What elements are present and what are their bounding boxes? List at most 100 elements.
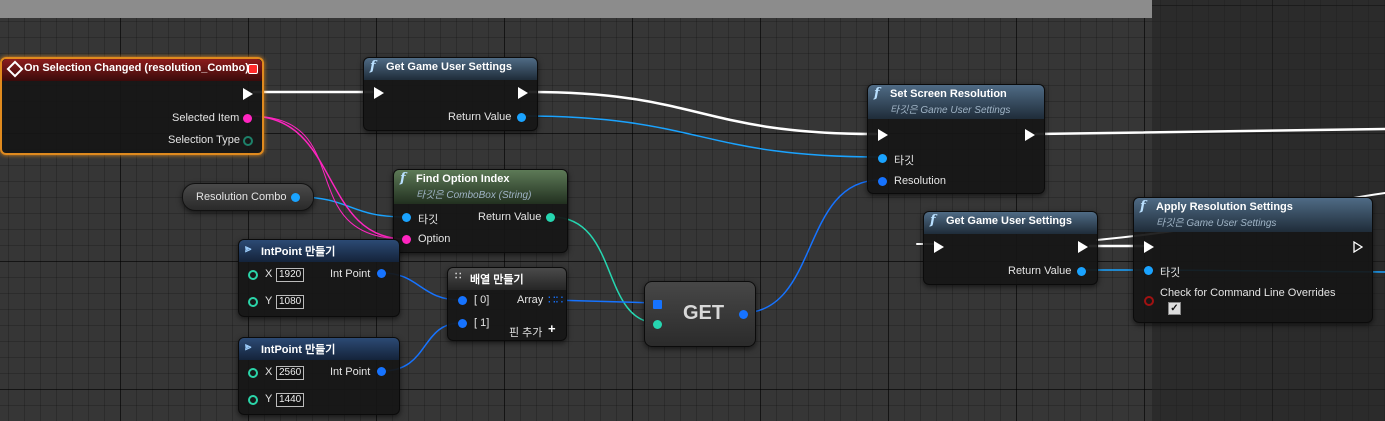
x-label: X	[265, 366, 273, 378]
target-label: 타깃	[894, 155, 915, 167]
node-subtitle: 타깃은 ComboBox (String)	[416, 190, 532, 201]
node-title: IntPoint 만들기	[261, 246, 336, 258]
event-icon	[6, 60, 24, 78]
index-in-pin[interactable]	[653, 320, 662, 329]
return-value-label: Return Value	[448, 111, 512, 123]
y-label: Y	[265, 393, 273, 405]
event-node[interactable]: On Selection Changed (resolution_Combo) …	[0, 57, 264, 155]
node-title: Get Game User Settings	[386, 61, 512, 73]
node-header: ⪢ IntPoint 만들기	[239, 338, 399, 360]
exec-in-pin[interactable]	[878, 129, 888, 141]
exec-in-pin[interactable]	[1144, 241, 1154, 253]
event-node-header: On Selection Changed (resolution_Combo)	[2, 59, 262, 81]
x-pin[interactable]	[248, 368, 258, 378]
event-title: On Selection Changed (resolution_Combo)	[24, 62, 249, 74]
x-pin[interactable]	[248, 270, 258, 280]
delegate-pin[interactable]	[248, 64, 258, 74]
x-label: X	[265, 268, 273, 280]
array-grid-icon[interactable]: ∷∷	[548, 293, 563, 307]
x-value-input[interactable]: 2560	[276, 366, 305, 380]
y-label: Y	[265, 295, 273, 307]
exec-out-pin[interactable]	[1078, 241, 1088, 253]
check-overrides-label: Check for Command Line Overrides	[1160, 287, 1336, 299]
exec-in-pin[interactable]	[374, 87, 384, 99]
add-pin-label[interactable]: 핀 추가	[509, 324, 542, 340]
int-point-label: Int Point	[330, 366, 371, 378]
array-in-pin[interactable]	[653, 300, 662, 309]
make-struct-icon: ⪢	[245, 243, 252, 255]
node-header: f Set Screen Resolution 타깃은 Game User Se…	[868, 85, 1044, 119]
int-point-out-pin[interactable]	[377, 367, 386, 376]
exec-out-pin[interactable]	[518, 87, 528, 99]
array-in1-pin[interactable]	[458, 319, 467, 328]
y-pin[interactable]	[248, 395, 258, 405]
return-value-label: Return Value	[1008, 265, 1072, 277]
y-pin[interactable]	[248, 297, 258, 307]
checkmark-icon: ✓	[1170, 303, 1179, 314]
y-value-input[interactable]: 1080	[276, 295, 305, 309]
function-icon: f	[1140, 199, 1146, 214]
exec-in-pin[interactable]	[934, 241, 944, 253]
target-pin[interactable]	[1144, 266, 1153, 275]
y-value-input[interactable]: 1440	[276, 393, 305, 407]
make-intpoint-node-1[interactable]: ⪢ IntPoint 만들기 X 1920 Int Point Y 1080	[238, 239, 400, 317]
find-option-index-node[interactable]: f Find Option Index 타깃은 ComboBox (String…	[393, 169, 568, 253]
array-in0-pin[interactable]	[458, 296, 467, 305]
exec-out-pin[interactable]	[243, 88, 253, 100]
selection-type-label: Selection Type	[168, 134, 240, 146]
exec-out-pin[interactable]	[1353, 241, 1363, 253]
get-label: GET	[683, 302, 725, 324]
return-value-pin[interactable]	[517, 113, 526, 122]
resolution-pin[interactable]	[878, 177, 887, 186]
array-get-node[interactable]: GET	[644, 281, 756, 347]
target-pin[interactable]	[878, 154, 887, 163]
node-title: IntPoint 만들기	[261, 344, 336, 356]
exec-wire	[1034, 127, 1385, 136]
struct-wire	[741, 179, 881, 314]
node-title: Get Game User Settings	[946, 215, 1072, 227]
option-pin[interactable]	[402, 235, 411, 244]
string-wire	[249, 115, 406, 240]
x-value-input[interactable]: 1920	[276, 268, 305, 282]
selected-item-label: Selected Item	[172, 112, 240, 124]
return-value-label: Return Value	[478, 211, 542, 223]
variable-label: Resolution Combo	[196, 191, 287, 203]
make-intpoint-node-2[interactable]: ⪢ IntPoint 만들기 X 2560 Int Point Y 1440	[238, 337, 400, 415]
exec-wire	[528, 90, 878, 136]
make-array-node[interactable]: ∷ 배열 만들기 [ 0] Array ∷∷ [ 1] 핀 추가 +	[447, 267, 567, 341]
node-title: 배열 만들기	[470, 274, 524, 286]
plus-icon[interactable]: +	[548, 321, 556, 336]
get-game-user-settings-node-2[interactable]: f Get Game User Settings Return Value	[923, 211, 1098, 285]
selection-type-pin[interactable]	[243, 136, 253, 146]
node-subtitle: 타깃은 Game User Settings	[1156, 218, 1277, 229]
node-subtitle: 타깃은 Game User Settings	[890, 105, 1011, 116]
node-header: f Apply Resolution Settings 타깃은 Game Use…	[1134, 198, 1372, 232]
blueprint-graph-canvas[interactable]: On Selection Changed (resolution_Combo) …	[0, 0, 1385, 421]
selected-item-pin[interactable]	[243, 114, 252, 123]
array-wire	[551, 299, 659, 304]
return-value-pin[interactable]	[1077, 267, 1086, 276]
function-icon: f	[874, 86, 880, 101]
int-point-out-pin[interactable]	[377, 269, 386, 278]
check-overrides-pin[interactable]	[1144, 296, 1154, 306]
string-wire	[249, 115, 406, 240]
function-icon: f	[400, 171, 406, 186]
resolution-combo-variable[interactable]: Resolution Combo	[182, 183, 314, 211]
function-icon: f	[930, 213, 936, 228]
function-icon: f	[370, 59, 376, 74]
variable-out-pin[interactable]	[291, 193, 300, 202]
array-out-label: Array	[517, 294, 544, 306]
get-game-user-settings-node[interactable]: f Get Game User Settings Return Value	[363, 57, 538, 131]
option-label: Option	[418, 233, 451, 245]
array-in1-label: [ 1]	[474, 317, 490, 329]
apply-resolution-settings-node[interactable]: f Apply Resolution Settings 타깃은 Game Use…	[1133, 197, 1373, 323]
check-overrides-checkbox[interactable]: ✓	[1168, 302, 1181, 315]
target-pin[interactable]	[402, 213, 411, 222]
item-out-pin[interactable]	[739, 310, 748, 319]
exec-out-pin[interactable]	[1025, 129, 1035, 141]
node-header: f Get Game User Settings	[364, 58, 537, 80]
node-header: ⪢ IntPoint 만들기	[239, 240, 399, 262]
return-value-pin[interactable]	[546, 213, 555, 222]
set-screen-resolution-node[interactable]: f Set Screen Resolution 타깃은 Game User Se…	[867, 84, 1045, 194]
node-header: ∷ 배열 만들기	[448, 268, 566, 290]
